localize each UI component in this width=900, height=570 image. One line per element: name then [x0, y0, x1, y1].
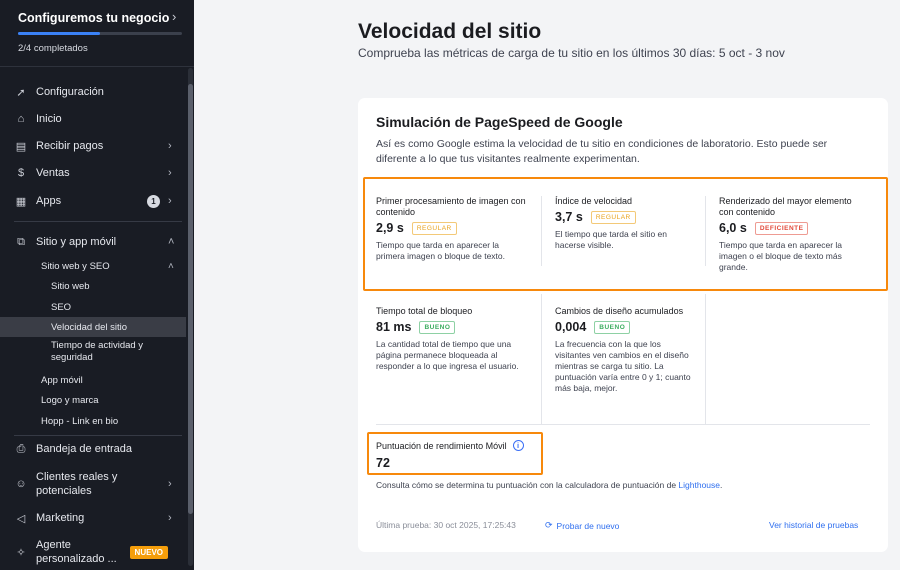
metric-name: Cambios de diseño acumulados	[555, 306, 684, 316]
site-icon: ⧉	[17, 235, 25, 248]
sidebar-item-agente[interactable]: ✧ Agente personalizado ... NUEVO	[0, 537, 186, 567]
sidebar-item-label: Recibir pagos	[36, 140, 104, 152]
metric-tbt: Tiempo total de bloqueo 81 ms BUENO La ca…	[376, 306, 526, 372]
chevron-right-icon: ›	[168, 167, 172, 179]
sidebar-item-apps[interactable]: ▦ Apps 1 ›	[0, 189, 186, 213]
status-badge: BUENO	[594, 320, 631, 334]
retry-button[interactable]: ⟳ Probar de nuevo	[545, 520, 619, 531]
chevron-right-icon: ›	[168, 140, 172, 152]
page-title: Velocidad del sitio	[358, 20, 542, 43]
card-title: Simulación de PageSpeed de Google	[376, 114, 623, 130]
grid-divider	[705, 294, 706, 424]
rocket-icon: ➚	[16, 86, 26, 99]
sidebar-item-bandeja[interactable]: ⎙ Bandeja de entrada	[0, 437, 186, 461]
sidebar-item-label: Inicio	[36, 113, 62, 125]
sidebar-item-label: Bandeja de entrada	[36, 443, 133, 455]
sidebar-divider	[14, 435, 182, 436]
metric-description: La cantidad total de tiempo que una pági…	[376, 339, 519, 371]
highlight-box	[363, 177, 888, 291]
sidebar-item-label: Clientes reales y potenciales	[36, 471, 118, 497]
sidebar-item-ventas[interactable]: $ Ventas ›	[0, 161, 186, 185]
apps-count-badge: 1	[147, 194, 160, 208]
metric-value: 81 ms	[376, 320, 412, 334]
lighthouse-link[interactable]: Lighthouse	[678, 480, 720, 490]
chevron-right-icon: ›	[168, 195, 172, 207]
chevron-up-icon: ˄	[168, 260, 174, 272]
sidebar-item-configuracion[interactable]: ➚ Configuración	[0, 80, 186, 104]
metric-cls: Cambios de diseño acumulados 0,004 BUENO …	[555, 306, 693, 394]
setup-count: 2/4 completados	[18, 43, 88, 54]
sidebar-item-label: Hopp - Link en bio	[41, 415, 119, 427]
page-subtitle: Comprueba las métricas de carga de tu si…	[358, 46, 785, 60]
sidebar-item-hopp[interactable]: Hopp - Link en bio	[0, 411, 186, 431]
setup-progress-fill	[18, 32, 100, 35]
sidebar-item-recibir-pagos[interactable]: ▤ Recibir pagos ›	[0, 134, 186, 158]
sidebar-item-label: Sitio y app móvil	[36, 236, 117, 248]
sidebar-item-sitio-web[interactable]: Sitio web	[0, 276, 186, 296]
sidebar-item-app-movil[interactable]: App móvil	[0, 370, 186, 390]
card-description: Así es como Google estima la velocidad d…	[376, 138, 828, 165]
sidebar-item-label: Marketing	[36, 512, 85, 524]
sidebar-item-label: SEO	[51, 301, 72, 313]
sidebar-item-clientes[interactable]: ☺ Clientes reales y potenciales ›	[0, 469, 186, 499]
sidebar-divider	[14, 221, 182, 222]
sidebar-item-sitio-app[interactable]: ⧉ Sitio y app móvil ˄	[0, 230, 186, 254]
refresh-icon: ⟳	[545, 520, 553, 530]
sidebar-item-label: Ventas	[36, 167, 70, 179]
metric-value: 0,004	[555, 320, 587, 334]
chevron-right-icon: ›	[168, 478, 172, 490]
sidebar-item-label: Sitio web	[51, 280, 90, 292]
home-icon: ⌂	[17, 113, 25, 125]
sidebar-item-velocidad[interactable]: Velocidad del sitio	[0, 317, 186, 337]
grid-divider	[541, 294, 542, 424]
chevron-right-icon[interactable]: ›	[172, 9, 176, 24]
sidebar-item-label: Tiempo de actividad y seguridad	[51, 340, 144, 363]
sidebar-item-logo-marca[interactable]: Logo y marca	[0, 390, 186, 410]
sidebar-item-label: Logo y marca	[41, 394, 99, 406]
setup-progress-bar	[18, 32, 182, 35]
new-badge: NUEVO	[129, 545, 168, 559]
grid-divider	[376, 424, 870, 425]
payment-icon: ▤	[15, 140, 27, 153]
info-icon[interactable]: i	[512, 440, 524, 451]
sidebar-item-label: App móvil	[41, 374, 83, 386]
sidebar-item-sitio-web-seo[interactable]: Sitio web y SEO ˄	[0, 256, 186, 276]
apps-icon: ▦	[15, 195, 27, 208]
sidebar-item-label: Apps	[36, 195, 62, 207]
score-value: 72	[376, 456, 390, 470]
chevron-right-icon: ›	[168, 512, 172, 524]
retry-label: Probar de nuevo	[556, 520, 620, 531]
sidebar-item-marketing[interactable]: ◁ Marketing ›	[0, 506, 186, 530]
metric-name: Tiempo total de bloqueo	[376, 306, 473, 316]
setup-panel[interactable]: Configuremos tu negocio › 2/4 completado…	[0, 0, 194, 67]
sidebar: Configuremos tu negocio › 2/4 completado…	[0, 0, 194, 570]
sidebar-item-label: Velocidad del sitio	[51, 321, 128, 333]
sidebar-item-seo[interactable]: SEO	[0, 297, 186, 317]
setup-title: Configuremos tu negocio	[18, 11, 170, 25]
last-test-timestamp: Última prueba: 30 oct 2025, 17:25:43	[376, 520, 516, 530]
status-badge: BUENO	[419, 320, 456, 334]
history-link[interactable]: Ver historial de pruebas	[769, 520, 858, 530]
sparkle-icon: ✧	[16, 546, 26, 559]
lighthouse-note: Consulta cómo se determina tu puntuación…	[376, 480, 722, 490]
lighthouse-end: .	[720, 480, 723, 490]
metric-description: La frecuencia con la que los visitantes …	[555, 339, 691, 393]
chevron-up-icon: ˄	[168, 236, 175, 248]
lighthouse-text: Consulta cómo se determina tu puntuación…	[376, 480, 679, 490]
score-label-text: Puntuación de rendimiento Móvil	[376, 440, 507, 451]
score-label: Puntuación de rendimiento Móvil i	[376, 440, 524, 451]
megaphone-icon: ◁	[16, 512, 26, 525]
inbox-icon: ⎙	[16, 442, 26, 455]
people-icon: ☺	[15, 478, 27, 490]
sidebar-item-label: Configuración	[36, 86, 104, 98]
highlight-box	[367, 432, 543, 475]
sidebar-item-inicio[interactable]: ⌂ Inicio	[0, 107, 186, 131]
sidebar-item-tiempo-actividad[interactable]: Tiempo de actividad y seguridad	[0, 340, 186, 368]
sidebar-item-label: Agente personalizado ...	[36, 539, 117, 565]
sidebar-item-label: Sitio web y SEO	[41, 260, 110, 272]
dollar-icon: $	[17, 167, 25, 179]
sidebar-scroll-thumb[interactable]	[188, 84, 193, 514]
